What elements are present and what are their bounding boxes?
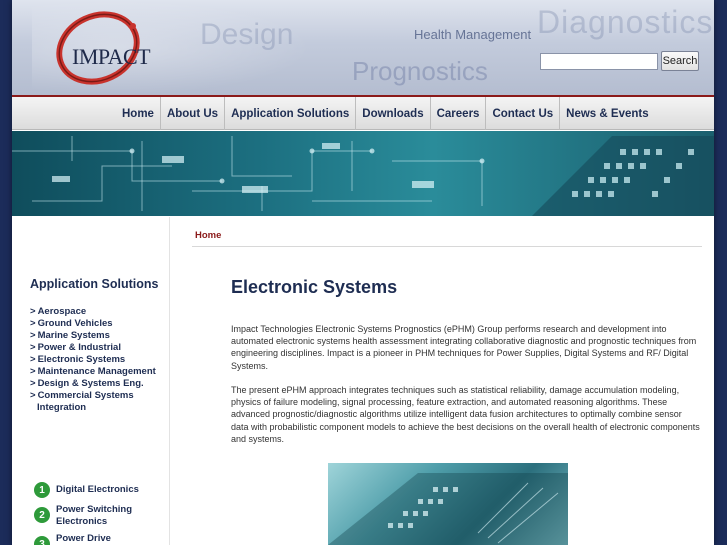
sidebar-item-label: Ground Vehicles xyxy=(37,318,113,329)
number-badge-icon: 2 xyxy=(34,507,50,523)
bullet-arrow-icon: > xyxy=(30,378,36,389)
search-input[interactable] xyxy=(540,53,658,70)
header-watermark-diagnostics: Diagnostics xyxy=(537,4,714,40)
sidebar-item-label: Power & Industrial xyxy=(37,342,121,353)
nav-item-news-events[interactable]: News & Events xyxy=(560,97,654,130)
sidebar-item-label: Maintenance Management xyxy=(37,366,156,377)
bullet-arrow-icon: > xyxy=(30,330,36,341)
sidebar-item-commercial-systems[interactable]: > Commercial Systems xyxy=(30,390,165,402)
header: Diagnostics Design Health Management Pro… xyxy=(12,0,714,95)
bullet-arrow-icon: > xyxy=(30,342,36,353)
numbered-item-digital-electronics[interactable]: 1 Digital Electronics xyxy=(34,482,140,498)
sidebar-item-electronic-systems[interactable]: > Electronic Systems xyxy=(30,354,165,366)
sidebar-item-label: Commercial Systems xyxy=(37,390,134,401)
sidebar-item-label: Aerospace xyxy=(37,306,87,317)
numbered-item-label: Digital Electronics xyxy=(56,484,139,495)
bullet-arrow-icon: > xyxy=(30,306,36,317)
nav-item-contact-us[interactable]: Contact Us xyxy=(486,97,561,130)
sidebar-item-label: Marine Systems xyxy=(37,330,110,341)
sidebar-item-label: Design & Systems Eng. xyxy=(37,378,144,389)
numbered-item-power-switching[interactable]: 2 Power Switching Electronics xyxy=(34,504,140,528)
nav-item-application-solutions[interactable]: Application Solutions xyxy=(225,97,357,130)
body-paragraph: Impact Technologies Electronic Systems P… xyxy=(231,324,697,371)
sidebar-item-power-industrial[interactable]: > Power & Industrial xyxy=(30,342,165,354)
sidebar-title: Application Solutions xyxy=(30,277,159,291)
circuit-board-icon xyxy=(12,136,714,216)
sidebar-item-maintenance-management[interactable]: > Maintenance Management xyxy=(30,366,165,378)
header-watermark-design: Design xyxy=(200,18,294,51)
search-button[interactable]: Search xyxy=(661,51,699,71)
sidebar-list: > Aerospace > Ground Vehicles > Marine Syst… xyxy=(30,306,165,414)
circuit-banner-image xyxy=(12,131,714,216)
sidebar: Application Solutions > Aerospace > Ground… xyxy=(12,217,170,545)
sidebar-item-integration[interactable]: Integration xyxy=(30,402,165,414)
sidebar-item-ground-vehicles[interactable]: > Ground Vehicles xyxy=(30,318,165,330)
numbered-item-label: Power Switching Electronics xyxy=(56,504,133,527)
sidebar-item-label: Electronic Systems xyxy=(37,354,126,365)
page: Diagnostics Design Health Management Pro… xyxy=(12,0,714,545)
nav-item-about-us[interactable]: About Us xyxy=(161,97,226,130)
header-watermark-health: Health Management xyxy=(414,27,532,42)
number-badge-icon: 3 xyxy=(34,536,50,545)
breadcrumb-divider xyxy=(192,246,702,247)
bullet-arrow-icon: > xyxy=(30,390,36,401)
sidebar-item-design-systems-eng[interactable]: > Design & Systems Eng. xyxy=(30,378,165,390)
number-badge-icon: 1 xyxy=(34,482,50,498)
nav-item-careers[interactable]: Careers xyxy=(431,97,487,130)
chip-board-icon xyxy=(328,473,568,545)
bullet-arrow-icon: > xyxy=(30,318,36,329)
bullet-arrow-icon: > xyxy=(30,354,36,365)
nav-item-home[interactable]: Home xyxy=(116,97,161,130)
logo-text: IMPACT xyxy=(72,44,151,69)
sidebar-item-label: Integration xyxy=(37,402,87,413)
numbered-item-label: Power Drive xyxy=(56,533,111,544)
bullet-arrow-icon: > xyxy=(30,366,36,377)
main-nav: Home About Us Application Solutions Down… xyxy=(12,97,714,130)
sidebar-item-aerospace[interactable]: > Aerospace xyxy=(30,306,165,318)
body-paragraph: The present ePHM approach integrates tec… xyxy=(231,385,700,444)
header-watermark-prognostics: Prognostics xyxy=(352,56,488,86)
nav-item-downloads[interactable]: Downloads xyxy=(356,97,431,130)
sidebar-item-marine-systems[interactable]: > Marine Systems xyxy=(30,330,165,342)
electronics-photo-image xyxy=(328,463,568,545)
logo[interactable]: IMPACT xyxy=(40,8,151,88)
numbered-item-power-drive[interactable]: 3 Power Drive xyxy=(34,533,140,545)
page-title: Electronic Systems xyxy=(231,277,398,297)
breadcrumb-home[interactable]: Home xyxy=(195,230,221,241)
